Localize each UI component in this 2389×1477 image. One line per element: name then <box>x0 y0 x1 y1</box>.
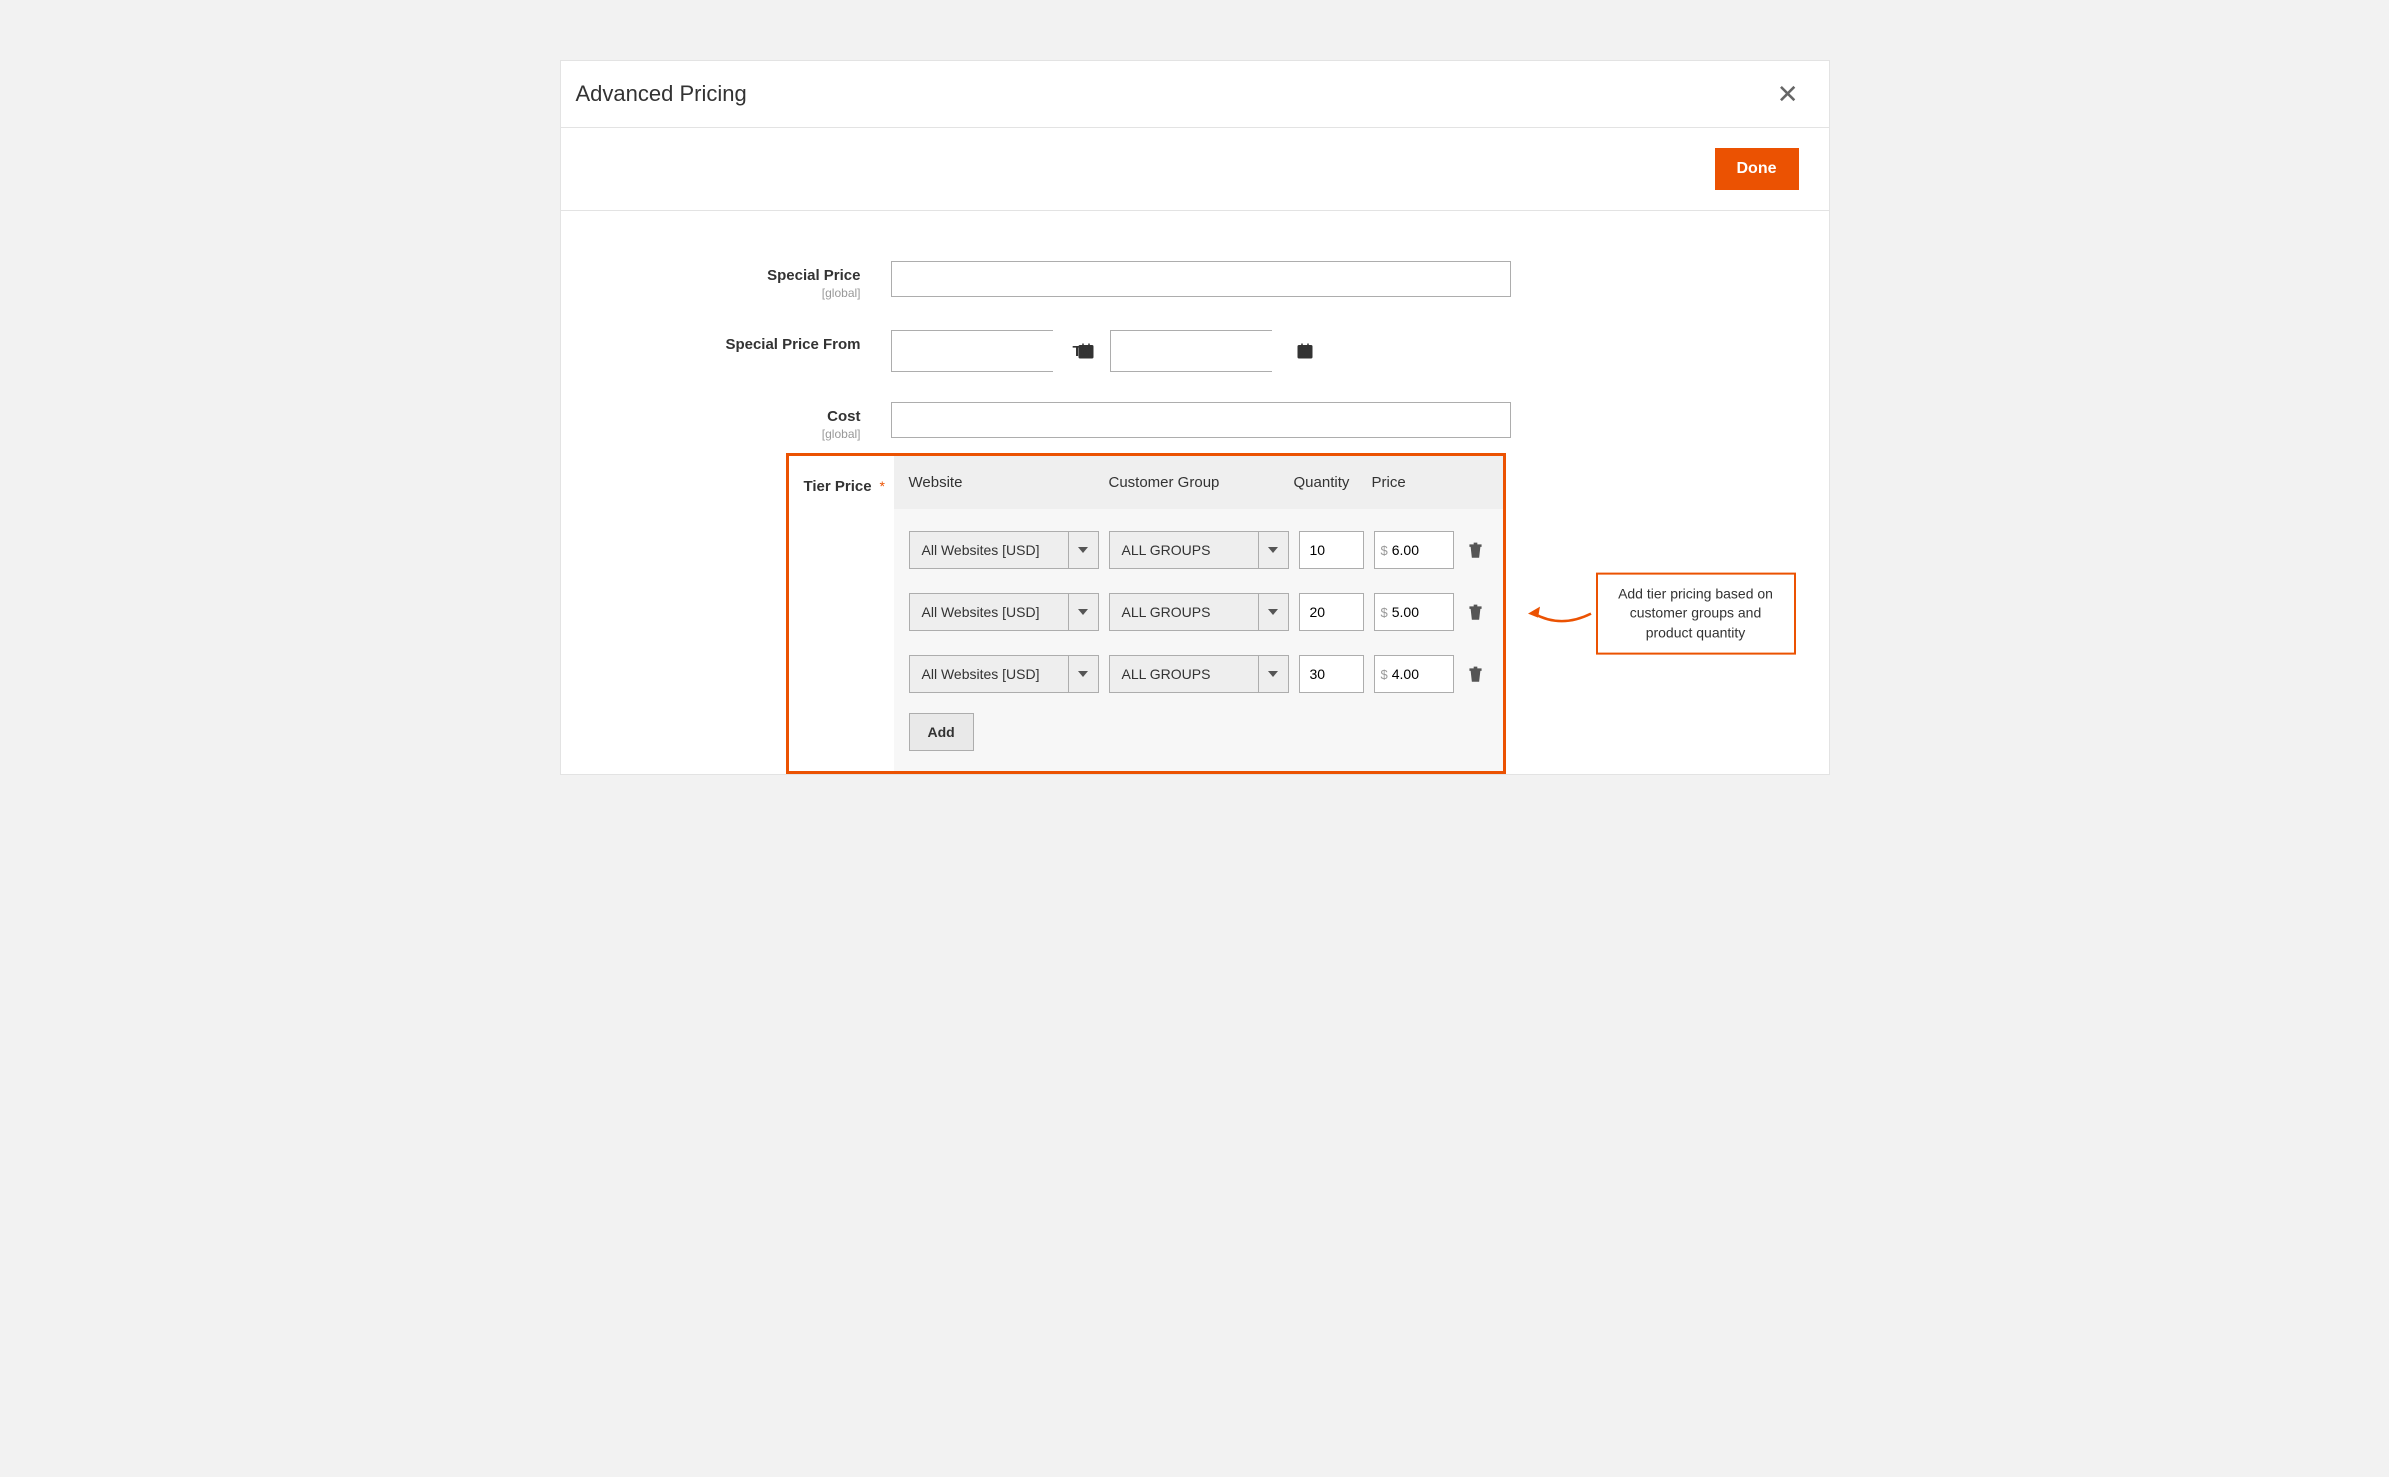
th-quantity: Quantity <box>1294 474 1372 491</box>
action-bar: Done <box>561 128 1829 211</box>
calendar-icon[interactable] <box>1296 342 1314 360</box>
website-select[interactable]: All Websites [USD] <box>909 655 1099 693</box>
chevron-down-icon <box>1258 594 1288 630</box>
to-label: To <box>1073 343 1090 360</box>
date-from-field[interactable] <box>891 330 1053 372</box>
tier-price-row: All Websites [USD] ALL GROUPS $ <box>909 581 1488 643</box>
modal-title: Advanced Pricing <box>576 81 747 107</box>
price-input[interactable] <box>1392 542 1447 558</box>
chevron-down-icon <box>1258 656 1288 692</box>
customer-group-select-value: ALL GROUPS <box>1110 532 1258 568</box>
cost-scope: [global] <box>611 427 861 441</box>
th-website: Website <box>909 474 1109 491</box>
price-input[interactable] <box>1392 666 1447 682</box>
tier-price-rows: All Websites [USD]ALL GROUPS$All Website… <box>894 509 1503 771</box>
modal-header: Advanced Pricing ✕ <box>561 61 1829 128</box>
add-tier-button[interactable]: Add <box>909 713 974 751</box>
tier-price-label: Tier Price <box>804 478 872 495</box>
done-button[interactable]: Done <box>1715 148 1799 190</box>
arrow-icon <box>1526 594 1596 634</box>
quantity-input[interactable] <box>1299 655 1364 693</box>
currency-symbol: $ <box>1381 605 1388 620</box>
cost-row: Cost [global] $ <box>611 402 1779 441</box>
customer-group-select[interactable]: ALL GROUPS <box>1109 655 1289 693</box>
special-price-from-row: Special Price From To <box>611 330 1779 372</box>
annotation-callout: Add tier pricing based on customer group… <box>1526 572 1796 655</box>
quantity-input[interactable] <box>1299 531 1364 569</box>
special-price-row: Special Price [global] $ <box>611 261 1779 300</box>
customer-group-select-value: ALL GROUPS <box>1110 594 1258 630</box>
tier-price-row: All Websites [USD] ALL GROUPS $ <box>909 519 1488 581</box>
date-to-field[interactable] <box>1110 330 1272 372</box>
customer-group-select[interactable]: ALL GROUPS <box>1109 593 1289 631</box>
chevron-down-icon <box>1068 532 1098 568</box>
customer-group-select-value: ALL GROUPS <box>1110 656 1258 692</box>
currency-symbol: $ <box>1381 667 1388 682</box>
tier-price-row: All Websites [USD] ALL GROUPS $ <box>909 643 1488 705</box>
customer-group-select[interactable]: ALL GROUPS <box>1109 531 1289 569</box>
website-select[interactable]: All Websites [USD] <box>909 593 1099 631</box>
price-field: $ <box>1374 655 1454 693</box>
chevron-down-icon <box>1068 594 1098 630</box>
price-input[interactable] <box>1392 604 1447 620</box>
chevron-down-icon <box>1258 532 1288 568</box>
trash-icon[interactable] <box>1464 666 1488 683</box>
website-select-value: All Websites [USD] <box>910 594 1068 630</box>
special-price-label: Special Price <box>767 267 860 284</box>
cost-input[interactable] <box>891 402 1511 438</box>
chevron-down-icon <box>1068 656 1098 692</box>
tier-price-highlight-box: Tier Price * Website Customer Group Quan… <box>786 453 1506 774</box>
annotation-text: Add tier pricing based on customer group… <box>1596 572 1796 655</box>
date-to-input[interactable] <box>1111 331 1296 371</box>
close-icon[interactable]: ✕ <box>1777 81 1799 107</box>
cost-label: Cost <box>827 408 860 425</box>
special-price-from-label: Special Price From <box>725 336 860 353</box>
trash-icon[interactable] <box>1464 604 1488 621</box>
currency-symbol: $ <box>1381 543 1388 558</box>
trash-icon[interactable] <box>1464 542 1488 559</box>
website-select[interactable]: All Websites [USD] <box>909 531 1099 569</box>
date-from-input[interactable] <box>892 331 1077 371</box>
form-body: Special Price [global] $ Special Price F… <box>561 211 1829 774</box>
required-indicator: * <box>880 478 885 494</box>
price-field: $ <box>1374 531 1454 569</box>
special-price-input[interactable] <box>891 261 1511 297</box>
th-customer-group: Customer Group <box>1109 474 1294 491</box>
special-price-scope: [global] <box>611 286 861 300</box>
quantity-input[interactable] <box>1299 593 1364 631</box>
website-select-value: All Websites [USD] <box>910 532 1068 568</box>
advanced-pricing-modal: Advanced Pricing ✕ Done Special Price [g… <box>560 60 1830 775</box>
tier-price-section: Tier Price * Website Customer Group Quan… <box>611 453 1779 774</box>
th-price: Price <box>1372 474 1488 491</box>
website-select-value: All Websites [USD] <box>910 656 1068 692</box>
price-field: $ <box>1374 593 1454 631</box>
tier-price-table-header: Website Customer Group Quantity Price <box>894 456 1503 509</box>
